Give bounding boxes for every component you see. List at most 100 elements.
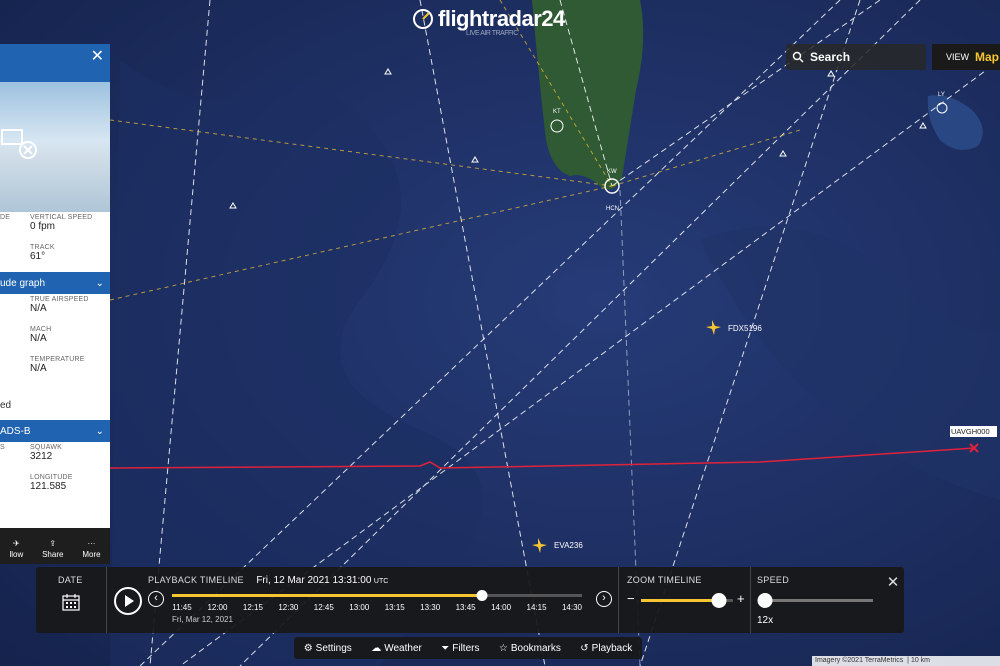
close-playback-button[interactable]: ✕ <box>882 573 904 595</box>
timeline-timezone: UTC <box>373 578 389 585</box>
zoom-handle[interactable] <box>711 593 727 608</box>
aircraft-photo[interactable] <box>0 82 110 212</box>
section-label: ude graph <box>0 277 46 289</box>
flight-label-eva236: EVA236 <box>554 541 583 550</box>
search-icon <box>792 51 804 63</box>
bookmarks-button[interactable]: ☆ Bookmarks <box>499 643 561 654</box>
filters-label: Filters <box>452 642 480 654</box>
timeline-tick: 12:00 <box>207 603 228 612</box>
stat-label: DE <box>0 214 11 221</box>
share-label: Share <box>42 550 64 559</box>
stat-label: MACH <box>30 326 52 333</box>
stat-row-squawk: S SQUAWK 3212 <box>0 442 110 472</box>
timeline-progress <box>172 594 482 597</box>
chevron-left-icon: ‹ <box>154 592 158 604</box>
settings-button[interactable]: ⚙ Settings <box>304 643 352 654</box>
speed-control: SPEED 12x <box>750 567 881 633</box>
close-icon[interactable]: ✕ <box>91 46 104 66</box>
stat-label: S <box>0 444 5 451</box>
view-map-option[interactable]: Map <box>975 50 999 64</box>
stat-value: 61° <box>30 251 46 262</box>
calendar-icon <box>62 594 80 611</box>
stat-row-track: TRACK 61° <box>0 242 110 272</box>
stat-label: SQUAWK <box>30 444 63 451</box>
airport-kt: KT <box>553 109 561 115</box>
zoom-timeline: ZOOM TIMELINE − + <box>618 567 751 633</box>
radar-logo-icon <box>413 9 433 29</box>
logo-subtitle: LIVE AIR TRAFFIC <box>466 30 518 37</box>
timeline-datetime: Fri, 12 Mar 2021 13:31:00 <box>256 575 372 586</box>
close-icon: ✕ <box>886 574 900 591</box>
ads-b-section[interactable]: ADS-B ⌄ <box>0 420 110 442</box>
map-scale: 10 km <box>910 657 931 664</box>
stat-row-mach: MACH N/A <box>0 324 110 354</box>
flight-details-panel: ✕ DE VERTICAL SPEED 0 fpm TRACK 61° ude gr… <box>0 44 110 564</box>
timeline-label: PLAYBACK TIMELINE <box>148 575 244 585</box>
date-label: DATE <box>58 575 83 585</box>
filter-icon: ⏷ <box>441 642 450 654</box>
timeline-track[interactable] <box>172 590 582 601</box>
weather-label: Weather <box>384 642 422 654</box>
settings-label: Settings <box>315 642 352 654</box>
filters-button[interactable]: ⏷ Filters <box>441 643 479 654</box>
search-button[interactable]: Search <box>786 44 926 70</box>
playback-label: Playback <box>591 642 633 654</box>
stat-label: TEMPERATURE <box>30 356 85 363</box>
attribution-text: Imagery ©2021 TerraMetrics <box>815 657 904 664</box>
timeline-day-label: Fri, Mar 12, 2021 <box>172 615 233 624</box>
more-button[interactable]: ··· More <box>82 539 100 559</box>
more-icon: ··· <box>87 539 96 548</box>
timeline-handle[interactable] <box>476 590 488 601</box>
timeline-tick: 13:45 <box>455 603 476 612</box>
no-photo-icon <box>1 129 37 159</box>
zoom-slider[interactable] <box>641 593 733 608</box>
altitude-graph-section[interactable]: ude graph ⌄ <box>0 272 110 294</box>
flightradar24-logo[interactable]: flightradar24 LIVE AIR TRAFFIC <box>412 6 565 37</box>
stat-label: TRUE AIRSPEED <box>30 296 89 303</box>
flight-label-uavgh000: UAVGH000 <box>951 427 990 436</box>
timeline-next-button[interactable]: › <box>596 591 612 607</box>
stat-value: 121.585 <box>30 481 67 492</box>
play-icon <box>125 595 134 607</box>
panel-header: ✕ <box>0 44 110 82</box>
stat-row-temperature: TEMPERATURE N/A <box>0 354 110 390</box>
play-button[interactable] <box>114 587 142 615</box>
stat-value: N/A <box>30 363 47 374</box>
zoom-out-icon[interactable]: − <box>627 591 635 606</box>
history-icon: ↺ <box>580 642 589 654</box>
logo-text: flightradar24 <box>438 6 565 31</box>
playback-timeline: PLAYBACK TIMELINE Fri, 12 Mar 2021 13:31… <box>148 567 618 633</box>
search-label: Search <box>810 50 851 64</box>
speed-slider[interactable] <box>757 593 873 608</box>
follow-label: llow <box>9 550 24 559</box>
zoom-level-fill <box>641 599 720 602</box>
timeline-tick: 12:30 <box>278 603 299 612</box>
bottom-toolbar: ⚙ Settings ☁ Weather ⏷ Filters ☆ Bookmarks ↺… <box>294 637 642 659</box>
timeline-prev-button[interactable]: ‹ <box>148 591 164 607</box>
stat-row-true-airspeed: TRUE AIRSPEED N/A <box>0 294 110 324</box>
airport-ly: LY <box>938 92 945 98</box>
airport-kw: KW <box>607 169 617 175</box>
speed-handle[interactable] <box>757 593 773 608</box>
zoom-in-icon[interactable]: + <box>737 591 745 606</box>
bookmarks-label: Bookmarks <box>510 642 561 654</box>
chevron-down-icon: ⌄ <box>95 277 104 289</box>
playback-button[interactable]: ↺ Playback <box>580 643 632 654</box>
panel-actions: ✈ llow ⇪ Share ··· More <box>0 528 110 564</box>
share-button[interactable]: ⇪ Share <box>42 539 63 559</box>
view-selector[interactable]: VIEW Map <box>932 44 1000 70</box>
data-source-text: ed <box>0 399 12 411</box>
timeline-tick: 13:00 <box>349 603 370 612</box>
weather-button[interactable]: ☁ Weather <box>371 643 422 654</box>
stat-row-vertical-speed: DE VERTICAL SPEED 0 fpm <box>0 212 110 242</box>
timeline-tick: 12:15 <box>242 603 263 612</box>
playback-bar: DATE PLAYBACK TIMELINE Fri, 12 Mar 2021 … <box>36 567 904 633</box>
stat-label: TRACK <box>30 244 55 251</box>
gear-icon: ⚙ <box>303 642 313 654</box>
chevron-down-icon: ⌄ <box>95 425 104 437</box>
timeline-tick: 14:15 <box>526 603 547 612</box>
follow-button[interactable]: ✈ llow <box>9 539 23 559</box>
zoom-label: ZOOM TIMELINE <box>627 575 702 585</box>
stat-value: 3212 <box>30 451 53 462</box>
date-picker[interactable]: DATE <box>36 567 107 633</box>
